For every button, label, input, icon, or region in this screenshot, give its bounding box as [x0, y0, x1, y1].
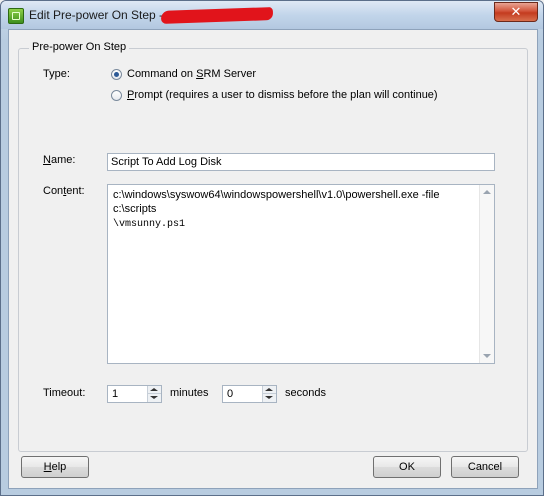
- minutes-spinner[interactable]: 1: [107, 385, 162, 403]
- spin-down-icon[interactable]: [150, 396, 158, 399]
- radio-prompt[interactable]: [111, 90, 122, 101]
- content-scrollbar[interactable]: [479, 185, 494, 363]
- spin-divider: [263, 393, 276, 394]
- seconds-spin-buttons[interactable]: [262, 386, 276, 402]
- content-line-1: c:\windows\syswow64\windowspowershell\v1…: [113, 189, 443, 215]
- seconds-label: seconds: [285, 387, 326, 399]
- cancel-button[interactable]: Cancel: [451, 456, 519, 478]
- minutes-label: minutes: [170, 387, 209, 399]
- type-label: Type:: [43, 68, 70, 80]
- dialog-window: Edit Pre-power On Step - ✕ Pre-power On …: [0, 0, 544, 496]
- seconds-spinner[interactable]: 0: [222, 385, 277, 403]
- radio-prompt-label[interactable]: Prompt (requires a user to dismiss befor…: [127, 89, 438, 101]
- spin-down-icon[interactable]: [265, 396, 273, 399]
- seconds-value[interactable]: 0: [227, 388, 233, 400]
- scroll-up-arrow-icon[interactable]: [483, 190, 491, 194]
- title-bar[interactable]: Edit Pre-power On Step - ✕: [1, 1, 543, 29]
- content-text: c:\windows\syswow64\windowspowershell\v1…: [113, 188, 478, 232]
- redacted-title-mark: [160, 7, 274, 24]
- timeout-label: Timeout:: [43, 387, 86, 399]
- spin-up-icon[interactable]: [150, 388, 158, 391]
- spin-divider: [148, 393, 161, 394]
- close-button[interactable]: ✕: [494, 2, 538, 22]
- scroll-down-arrow-icon[interactable]: [483, 354, 491, 358]
- content-textarea[interactable]: c:\windows\syswow64\windowspowershell\v1…: [107, 184, 495, 364]
- radio-command-label[interactable]: Command on SRM Server: [127, 68, 256, 80]
- close-icon: ✕: [510, 4, 522, 19]
- spin-up-icon[interactable]: [265, 388, 273, 391]
- app-icon: [8, 8, 24, 24]
- name-input[interactable]: Script To Add Log Disk: [107, 153, 495, 171]
- content-label: Content:: [43, 185, 85, 197]
- window-title: Edit Pre-power On Step -: [29, 8, 164, 22]
- help-button[interactable]: Help: [21, 456, 89, 478]
- groupbox-title: Pre-power On Step: [29, 41, 130, 53]
- minutes-spin-buttons[interactable]: [147, 386, 161, 402]
- minutes-value[interactable]: 1: [112, 388, 118, 400]
- content-line-2: \vmsunny.ps1: [113, 219, 186, 230]
- name-label: Name:: [43, 154, 76, 166]
- ok-button[interactable]: OK: [373, 456, 441, 478]
- radio-command-on-srm-server[interactable]: [111, 69, 122, 80]
- dialog-client-area: Pre-power On Step Type: Command on SRM S…: [8, 29, 538, 489]
